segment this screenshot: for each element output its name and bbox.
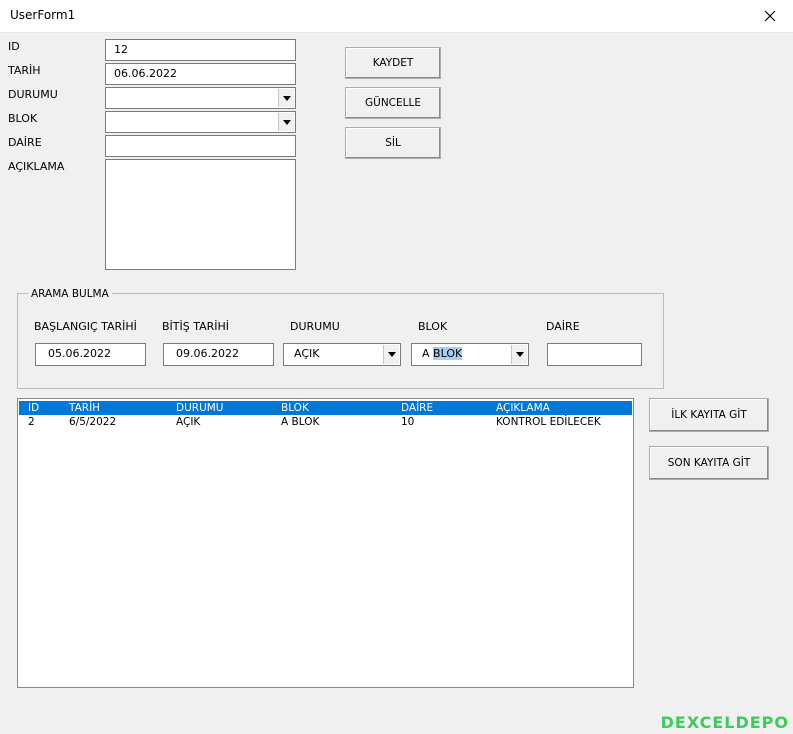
daire-label: DAİRE [8, 136, 42, 149]
dropdown-arrow-icon[interactable] [511, 345, 527, 364]
column-header: AÇIKLAMA [496, 402, 550, 414]
dropdown-arrow-icon[interactable] [383, 345, 399, 364]
id-label: ID [8, 40, 20, 53]
kaydet-button[interactable]: KAYDET [345, 47, 441, 79]
dropdown-arrow-icon[interactable] [278, 113, 294, 131]
column-header: TARİH [69, 402, 101, 414]
tarih-field[interactable]: 06.06.2022 [105, 63, 296, 85]
list-header-row: ID TARİH DURUMU BLOK DAİRE AÇIKLAMA [19, 401, 632, 415]
watermark-logo: DEXCELDEPO [660, 713, 789, 732]
baslangic-label: BAŞLANGIÇ TARİHİ [34, 320, 137, 333]
list-row[interactable]: 2 6/5/2022 AÇIK A BLOK 10 KONTROL EDİLEC… [19, 415, 632, 429]
durumu-combo[interactable] [105, 87, 296, 109]
search-frame [17, 293, 664, 389]
records-listbox[interactable]: ID TARİH DURUMU BLOK DAİRE AÇIKLAMA 2 6/… [17, 398, 634, 688]
search-daire-field[interactable] [547, 343, 642, 366]
sil-button[interactable]: SİL [345, 127, 441, 159]
list-cell: KONTROL EDİLECEK [496, 416, 601, 428]
search-frame-title: ARAMA BULMA [28, 288, 112, 300]
baslangic-field[interactable]: 05.06.2022 [35, 343, 146, 366]
id-field[interactable]: 12 [105, 39, 296, 61]
bitis-field[interactable]: 09.06.2022 [163, 343, 274, 366]
search-blok-selection: BLOK [433, 347, 463, 360]
aciklama-field[interactable] [105, 159, 296, 270]
last-record-button[interactable]: SON KAYITA GİT [649, 446, 769, 480]
window-title: UserForm1 [10, 8, 76, 22]
list-cell: 6/5/2022 [69, 416, 117, 428]
column-header: BLOK [281, 402, 309, 414]
durumu-label: DURUMU [8, 88, 58, 101]
tarih-label: TARİH [8, 64, 41, 77]
title-bar: UserForm1 [0, 0, 793, 33]
list-cell: A BLOK [281, 416, 320, 428]
search-durumu-label: DURUMU [290, 320, 340, 333]
guncelle-button[interactable]: GÜNCELLE [345, 87, 441, 119]
aciklama-label: AÇIKLAMA [8, 160, 65, 173]
close-button[interactable] [747, 0, 793, 32]
first-record-button[interactable]: İLK KAYITA GİT [649, 398, 769, 432]
search-durumu-combo[interactable]: AÇIK [283, 343, 401, 366]
search-blok-combo[interactable]: A BLOK [411, 343, 529, 366]
bitis-label: BİTİŞ TARİHİ [162, 320, 230, 333]
blok-combo[interactable] [105, 111, 296, 133]
column-header: ID [28, 402, 40, 414]
daire-field[interactable] [105, 135, 296, 157]
search-daire-label: DAİRE [546, 320, 580, 333]
search-blok-prefix: A [422, 347, 430, 360]
column-header: DAİRE [401, 402, 434, 414]
close-icon [764, 10, 776, 22]
column-header: DURUMU [176, 402, 224, 414]
blok-label: BLOK [8, 112, 38, 125]
list-cell: AÇIK [176, 416, 201, 428]
dropdown-arrow-icon[interactable] [278, 89, 294, 107]
search-blok-value: A BLOK [422, 347, 463, 360]
search-durumu-value: AÇIK [294, 347, 320, 360]
search-blok-label: BLOK [418, 320, 448, 333]
list-cell: 10 [401, 416, 415, 428]
list-cell: 2 [28, 416, 35, 428]
